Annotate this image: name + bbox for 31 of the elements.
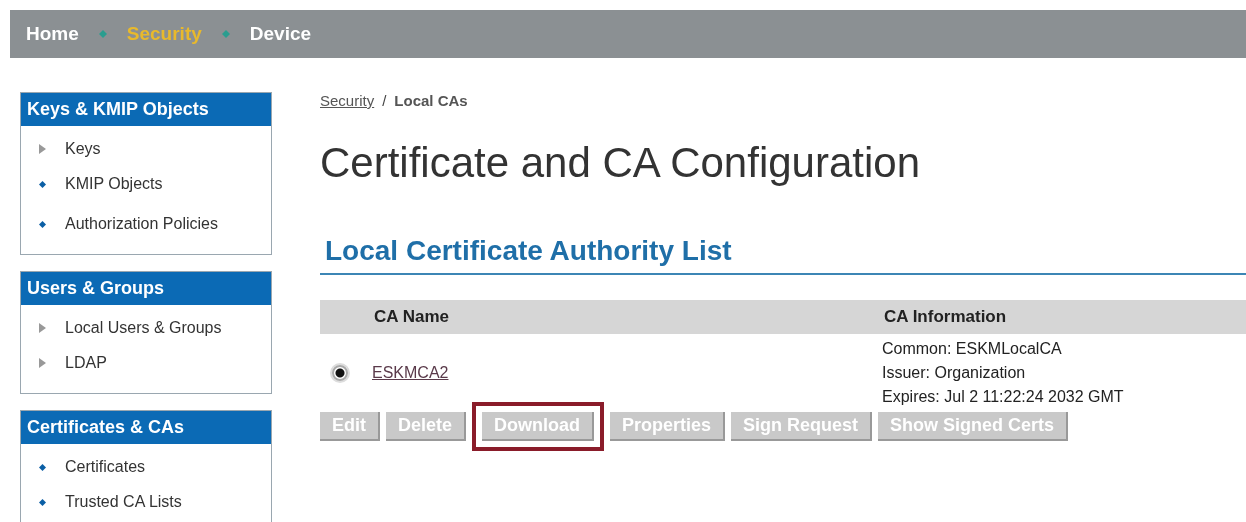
diamond-icon	[98, 30, 107, 38]
sidebar-link[interactable]: Authorization Policies	[65, 215, 218, 233]
diamond-icon	[39, 180, 46, 188]
sidebar-heading: Certificates & CAs	[21, 411, 271, 444]
page-title: Certificate and CA Configuration	[320, 139, 921, 187]
sidebar-link[interactable]: KMIP Objects	[65, 175, 163, 193]
sidebar-heading: Users & Groups	[21, 272, 271, 305]
section-title: Local Certificate Authority List	[325, 235, 733, 267]
ca-info-text: Issuer: Organization	[882, 363, 1027, 383]
breadcrumb-link[interactable]: Security	[320, 92, 375, 109]
diamond-icon	[39, 463, 46, 471]
sidebar-link[interactable]: Keys	[65, 140, 101, 158]
sidebar-link[interactable]: Certificates	[65, 458, 146, 476]
sidebar-link[interactable]: Trusted CA Lists	[65, 493, 182, 511]
diamond-icon	[39, 498, 46, 506]
sidebar-heading: Keys & KMIP Objects	[21, 93, 271, 126]
sidebar-link[interactable]: LDAP	[65, 354, 107, 372]
triangle-icon	[39, 358, 46, 368]
breadcrumb-separator: /	[382, 92, 387, 109]
ca-info-text: Expires: Jul 2 11:22:24 2032 GMT	[882, 387, 1124, 407]
triangle-icon	[39, 323, 46, 333]
radio-button[interactable]	[332, 365, 348, 381]
sidebar-link[interactable]: Local Users & Groups	[65, 319, 222, 337]
diamond-icon	[221, 30, 230, 38]
column-header: CA Information	[884, 307, 1007, 327]
diamond-icon	[39, 220, 46, 228]
column-header: CA Name	[374, 307, 450, 327]
breadcrumb-current: Local CAs	[394, 92, 468, 109]
ca-name-link[interactable]: ESKMCA2	[372, 364, 882, 382]
triangle-icon	[39, 144, 46, 154]
ca-info-text: Common: ESKMLocalCA	[882, 339, 1063, 359]
